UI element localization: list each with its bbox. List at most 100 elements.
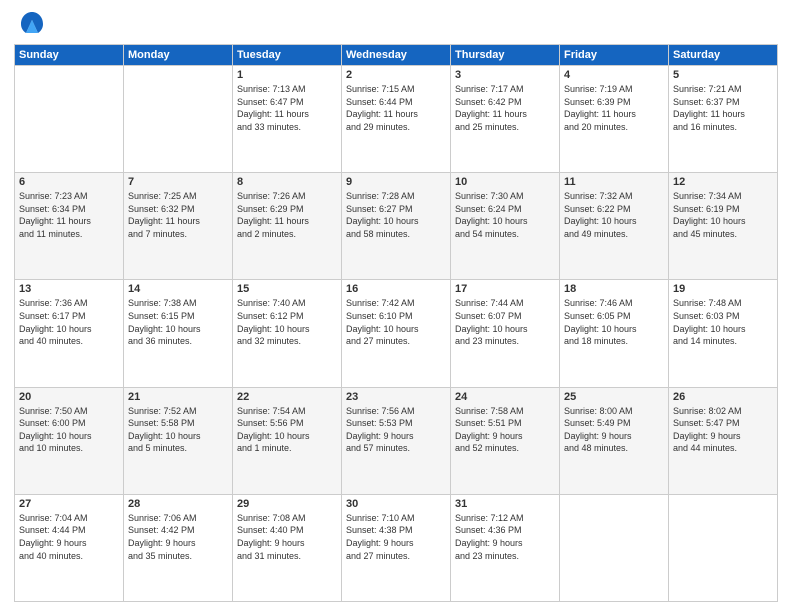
weekday-header: Wednesday bbox=[342, 45, 451, 66]
calendar-cell: 5 Sunrise: 7:21 AM Sunset: 6:37 PM Daylig… bbox=[669, 66, 778, 173]
calendar-week-row: 13 Sunrise: 7:36 AM Sunset: 6:17 PM Dayli… bbox=[15, 280, 778, 387]
calendar-cell: 2Sunrise: 7:15 AM Sunset: 6:44 PM Daylig… bbox=[342, 66, 451, 173]
calendar-cell: 7Sunrise: 7:25 AM Sunset: 6:32 PM Daylig… bbox=[124, 173, 233, 280]
day-number: 18 bbox=[564, 283, 664, 295]
calendar-cell: 6 Sunrise: 7:23 AM Sunset: 6:34 PM Daylig… bbox=[15, 173, 124, 280]
day-info: Sunrise: 7:30 AM Sunset: 6:24 PM Dayligh… bbox=[455, 190, 555, 240]
day-number: 3 bbox=[455, 69, 555, 81]
header bbox=[14, 10, 778, 38]
day-number: 24 bbox=[455, 391, 555, 403]
day-info: Sunrise: 7:40 AM Sunset: 6:12 PM Dayligh… bbox=[237, 297, 337, 347]
calendar-cell: 23 Sunrise: 7:56 AM Sunset: 5:53 PM Dayli… bbox=[342, 387, 451, 494]
calendar-cell: 20 Sunrise: 7:50 AM Sunset: 6:00 PM Dayli… bbox=[15, 387, 124, 494]
day-info: Sunrise: 8:02 AM Sunset: 5:47 PM Dayligh… bbox=[673, 405, 773, 455]
calendar-cell: 16 Sunrise: 7:42 AM Sunset: 6:10 PM Dayli… bbox=[342, 280, 451, 387]
calendar-cell: 18 Sunrise: 7:46 AM Sunset: 6:05 PM Dayli… bbox=[560, 280, 669, 387]
weekday-header: Sunday bbox=[15, 45, 124, 66]
calendar-cell: 13 Sunrise: 7:36 AM Sunset: 6:17 PM Dayli… bbox=[15, 280, 124, 387]
calendar-cell: 9Sunrise: 7:28 AM Sunset: 6:27 PM Daylig… bbox=[342, 173, 451, 280]
calendar-cell: 8Sunrise: 7:26 AM Sunset: 6:29 PM Daylig… bbox=[233, 173, 342, 280]
day-info: Sunrise: 7:26 AM Sunset: 6:29 PM Dayligh… bbox=[237, 190, 337, 240]
logo bbox=[14, 10, 46, 38]
day-number: 23 bbox=[346, 391, 446, 403]
calendar-cell: 17Sunrise: 7:44 AM Sunset: 6:07 PM Dayli… bbox=[451, 280, 560, 387]
day-number: 30 bbox=[346, 498, 446, 510]
day-info: Sunrise: 7:48 AM Sunset: 6:03 PM Dayligh… bbox=[673, 297, 773, 347]
day-number: 16 bbox=[346, 283, 446, 295]
calendar-cell bbox=[669, 494, 778, 601]
calendar-cell: 22Sunrise: 7:54 AM Sunset: 5:56 PM Dayli… bbox=[233, 387, 342, 494]
day-number: 26 bbox=[673, 391, 773, 403]
day-info: Sunrise: 7:19 AM Sunset: 6:39 PM Dayligh… bbox=[564, 83, 664, 133]
day-number: 14 bbox=[128, 283, 228, 295]
day-info: Sunrise: 7:06 AM Sunset: 4:42 PM Dayligh… bbox=[128, 512, 228, 562]
calendar-cell: 27Sunrise: 7:04 AM Sunset: 4:44 PM Dayli… bbox=[15, 494, 124, 601]
day-number: 7 bbox=[128, 176, 228, 188]
calendar-week-row: 27Sunrise: 7:04 AM Sunset: 4:44 PM Dayli… bbox=[15, 494, 778, 601]
day-info: Sunrise: 7:44 AM Sunset: 6:07 PM Dayligh… bbox=[455, 297, 555, 347]
calendar-cell bbox=[560, 494, 669, 601]
day-info: Sunrise: 7:12 AM Sunset: 4:36 PM Dayligh… bbox=[455, 512, 555, 562]
day-info: Sunrise: 7:08 AM Sunset: 4:40 PM Dayligh… bbox=[237, 512, 337, 562]
day-number: 25 bbox=[564, 391, 664, 403]
calendar-cell: 1 Sunrise: 7:13 AM Sunset: 6:47 PM Daylig… bbox=[233, 66, 342, 173]
calendar-cell: 29 Sunrise: 7:08 AM Sunset: 4:40 PM Dayli… bbox=[233, 494, 342, 601]
calendar-cell: 4 Sunrise: 7:19 AM Sunset: 6:39 PM Daylig… bbox=[560, 66, 669, 173]
day-number: 6 bbox=[19, 176, 119, 188]
day-number: 31 bbox=[455, 498, 555, 510]
day-info: Sunrise: 7:52 AM Sunset: 5:58 PM Dayligh… bbox=[128, 405, 228, 455]
day-info: Sunrise: 7:42 AM Sunset: 6:10 PM Dayligh… bbox=[346, 297, 446, 347]
day-info: Sunrise: 7:50 AM Sunset: 6:00 PM Dayligh… bbox=[19, 405, 119, 455]
weekday-header: Saturday bbox=[669, 45, 778, 66]
weekday-header: Friday bbox=[560, 45, 669, 66]
day-info: Sunrise: 7:28 AM Sunset: 6:27 PM Dayligh… bbox=[346, 190, 446, 240]
calendar-cell: 12Sunrise: 7:34 AM Sunset: 6:19 PM Dayli… bbox=[669, 173, 778, 280]
day-info: Sunrise: 7:10 AM Sunset: 4:38 PM Dayligh… bbox=[346, 512, 446, 562]
day-info: Sunrise: 7:13 AM Sunset: 6:47 PM Dayligh… bbox=[237, 83, 337, 133]
day-number: 1 bbox=[237, 69, 337, 81]
day-number: 5 bbox=[673, 69, 773, 81]
calendar-cell: 3 Sunrise: 7:17 AM Sunset: 6:42 PM Daylig… bbox=[451, 66, 560, 173]
day-number: 4 bbox=[564, 69, 664, 81]
day-number: 15 bbox=[237, 283, 337, 295]
day-info: Sunrise: 7:56 AM Sunset: 5:53 PM Dayligh… bbox=[346, 405, 446, 455]
calendar-cell: 19 Sunrise: 7:48 AM Sunset: 6:03 PM Dayli… bbox=[669, 280, 778, 387]
day-number: 12 bbox=[673, 176, 773, 188]
day-info: Sunrise: 7:21 AM Sunset: 6:37 PM Dayligh… bbox=[673, 83, 773, 133]
day-number: 29 bbox=[237, 498, 337, 510]
weekday-header: Thursday bbox=[451, 45, 560, 66]
calendar-cell: 24Sunrise: 7:58 AM Sunset: 5:51 PM Dayli… bbox=[451, 387, 560, 494]
day-number: 22 bbox=[237, 391, 337, 403]
day-number: 27 bbox=[19, 498, 119, 510]
calendar-cell: 30 Sunrise: 7:10 AM Sunset: 4:38 PM Dayli… bbox=[342, 494, 451, 601]
calendar-cell bbox=[15, 66, 124, 173]
calendar-cell: 26 Sunrise: 8:02 AM Sunset: 5:47 PM Dayli… bbox=[669, 387, 778, 494]
day-number: 2 bbox=[346, 69, 446, 81]
calendar-cell bbox=[124, 66, 233, 173]
day-number: 21 bbox=[128, 391, 228, 403]
day-info: Sunrise: 7:17 AM Sunset: 6:42 PM Dayligh… bbox=[455, 83, 555, 133]
calendar-week-row: 6 Sunrise: 7:23 AM Sunset: 6:34 PM Daylig… bbox=[15, 173, 778, 280]
calendar-cell: 21 Sunrise: 7:52 AM Sunset: 5:58 PM Dayli… bbox=[124, 387, 233, 494]
calendar-cell: 10Sunrise: 7:30 AM Sunset: 6:24 PM Dayli… bbox=[451, 173, 560, 280]
day-number: 28 bbox=[128, 498, 228, 510]
day-number: 13 bbox=[19, 283, 119, 295]
logo-icon bbox=[18, 10, 46, 38]
day-info: Sunrise: 7:46 AM Sunset: 6:05 PM Dayligh… bbox=[564, 297, 664, 347]
day-info: Sunrise: 7:23 AM Sunset: 6:34 PM Dayligh… bbox=[19, 190, 119, 240]
day-info: Sunrise: 8:00 AM Sunset: 5:49 PM Dayligh… bbox=[564, 405, 664, 455]
calendar-cell: 28 Sunrise: 7:06 AM Sunset: 4:42 PM Dayli… bbox=[124, 494, 233, 601]
day-number: 19 bbox=[673, 283, 773, 295]
calendar-cell: 25 Sunrise: 8:00 AM Sunset: 5:49 PM Dayli… bbox=[560, 387, 669, 494]
calendar-cell: 15 Sunrise: 7:40 AM Sunset: 6:12 PM Dayli… bbox=[233, 280, 342, 387]
day-info: Sunrise: 7:36 AM Sunset: 6:17 PM Dayligh… bbox=[19, 297, 119, 347]
calendar-cell: 14 Sunrise: 7:38 AM Sunset: 6:15 PM Dayli… bbox=[124, 280, 233, 387]
day-info: Sunrise: 7:38 AM Sunset: 6:15 PM Dayligh… bbox=[128, 297, 228, 347]
calendar-cell: 31 Sunrise: 7:12 AM Sunset: 4:36 PM Dayli… bbox=[451, 494, 560, 601]
weekday-header: Tuesday bbox=[233, 45, 342, 66]
day-number: 11 bbox=[564, 176, 664, 188]
calendar-week-row: 20 Sunrise: 7:50 AM Sunset: 6:00 PM Dayli… bbox=[15, 387, 778, 494]
day-number: 20 bbox=[19, 391, 119, 403]
calendar-week-row: 1 Sunrise: 7:13 AM Sunset: 6:47 PM Daylig… bbox=[15, 66, 778, 173]
calendar-cell: 11Sunrise: 7:32 AM Sunset: 6:22 PM Dayli… bbox=[560, 173, 669, 280]
